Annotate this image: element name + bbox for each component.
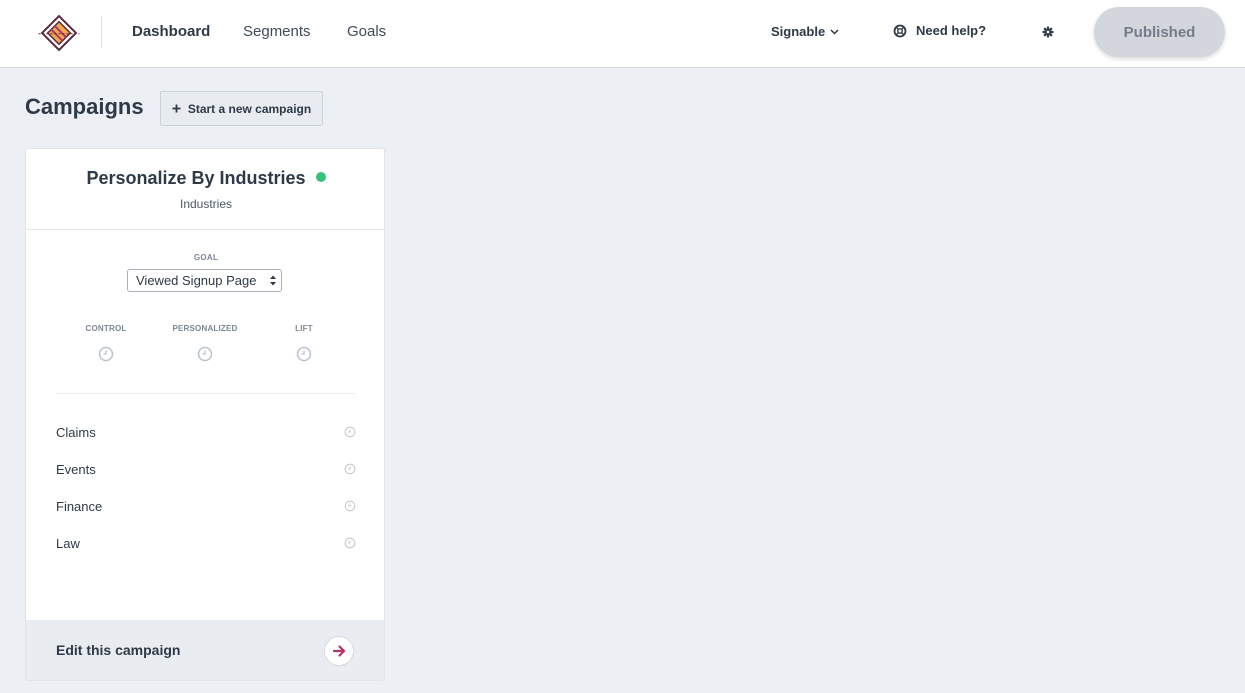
goal-label: GOAL: [193, 253, 219, 262]
nav-dashboard[interactable]: Dashboard: [132, 23, 210, 40]
segment-row-claims[interactable]: Claims: [56, 421, 356, 443]
clock-icon: [344, 426, 356, 438]
start-new-campaign-label: Start a new campaign: [187, 101, 312, 116]
clock-icon: [197, 346, 213, 362]
select-arrows-icon: [270, 275, 276, 286]
edit-campaign-label: Edit this campaign: [56, 642, 181, 658]
published-button[interactable]: Published: [1094, 7, 1225, 57]
campaign-title: Personalize By Industries: [86, 168, 306, 188]
metric-label-personalized: PERSONALIZED: [172, 324, 238, 333]
edit-campaign-footer[interactable]: Edit this campaign: [26, 620, 384, 680]
segment-row-finance[interactable]: Finance: [56, 495, 356, 517]
arrow-right-icon: [332, 645, 345, 657]
start-new-campaign-button[interactable]: Start a new campaign: [160, 91, 323, 126]
page-title: Campaigns: [25, 94, 144, 119]
chevron-down-icon: [830, 28, 839, 35]
segment-row-law[interactable]: Law: [56, 532, 356, 554]
logo-divider: [101, 16, 102, 48]
segment-name: Law: [56, 535, 80, 551]
campaign-card: Personalize By Industries Industries GOA…: [25, 148, 385, 681]
metric-label-lift: LIFT: [295, 324, 313, 333]
help-label: Need help?: [916, 23, 987, 38]
nav-goals[interactable]: Goals: [347, 23, 386, 40]
help-link[interactable]: Need help?: [893, 23, 986, 38]
campaign-subtitle: Industries: [179, 197, 233, 211]
metric-label-control: CONTROL: [85, 324, 127, 333]
account-label: Signable: [771, 24, 826, 39]
section-divider: [56, 393, 356, 394]
campaign-card-header: [26, 149, 384, 230]
logo-icon[interactable]: [38, 14, 80, 52]
edit-campaign-arrow-button[interactable]: [324, 636, 354, 666]
segment-name: Claims: [56, 424, 96, 440]
segment-name: Events: [56, 461, 96, 477]
nav-segments[interactable]: Segments: [243, 23, 311, 40]
clock-icon: [98, 346, 114, 362]
top-navigation-bar: Dashboard Segments Goals Signable Need h…: [0, 0, 1245, 68]
status-dot-icon: [315, 172, 326, 182]
clock-icon: [344, 500, 356, 512]
segment-row-events[interactable]: Events: [56, 458, 356, 480]
clock-icon: [296, 346, 312, 362]
clock-icon: [344, 537, 356, 549]
plus-icon: [172, 104, 181, 113]
goal-select[interactable]: Viewed Signup Page: [127, 269, 282, 292]
lifebuoy-icon: [893, 24, 907, 37]
goal-select-value: Viewed Signup Page: [136, 273, 257, 288]
segment-name: Finance: [56, 498, 103, 514]
campaign-title-wrap: Personalize By Industries: [26, 168, 384, 189]
account-dropdown[interactable]: Signable: [771, 24, 839, 39]
clock-icon: [344, 463, 356, 475]
gear-icon[interactable]: [1042, 25, 1054, 43]
